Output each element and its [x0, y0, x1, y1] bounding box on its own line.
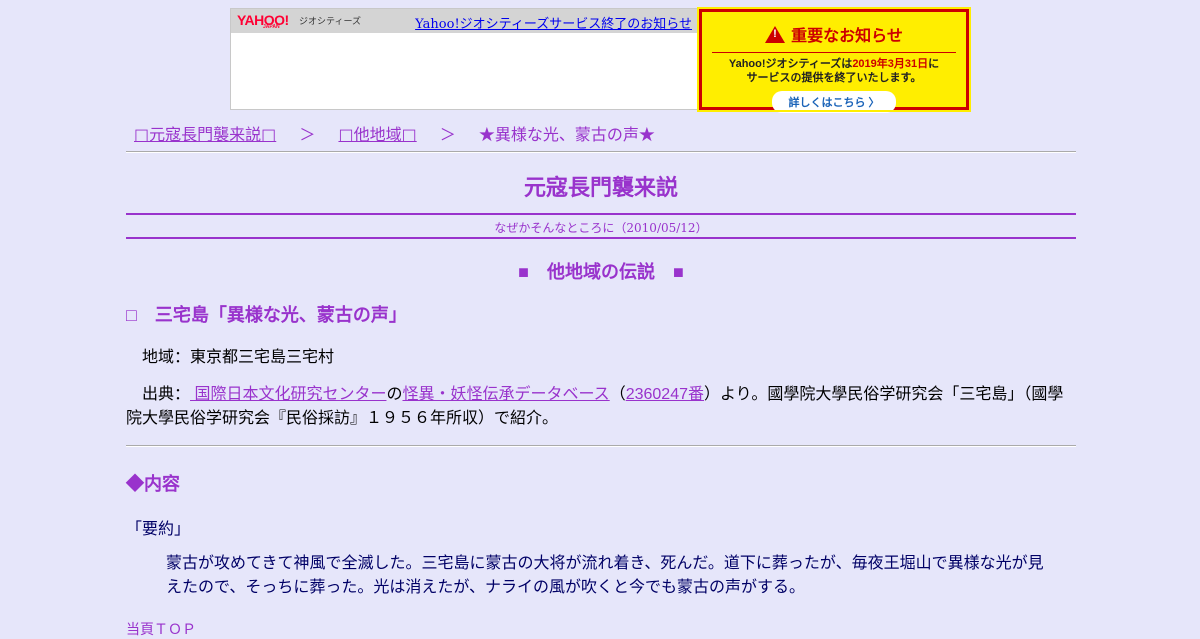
breadcrumb-section-link[interactable]: □他地域□	[338, 125, 416, 144]
notice-line2: サービスの提供を終了いたします。	[746, 72, 922, 84]
warning-icon	[765, 25, 786, 43]
subtitle: なぜかそんなところに（2010/05/12）	[494, 221, 708, 235]
service-end-link[interactable]: Yahoo!ジオシティーズサービス終了のお知らせ	[415, 13, 692, 32]
yokai-database-link[interactable]: 怪異・妖怪伝承データベース	[402, 386, 609, 403]
breadcrumb-home-link[interactable]: □元寇長門襲来説□	[134, 125, 276, 144]
notice-title: 重要なお知らせ	[702, 22, 966, 46]
source-prefix: 出典：	[142, 386, 191, 403]
summary-text: 蒙古が攻めてきて神風で全滅した。三宅島に蒙古の大将が流れ着き、死んだ。道下に葬っ…	[166, 555, 1044, 596]
geocities-label: ジオシティーズ	[299, 16, 362, 26]
page-top-link[interactable]: 当頁ＴＯＰ	[126, 619, 196, 639]
region-text: 地域：東京都三宅島三宅村	[142, 349, 335, 366]
yahoo-bar: YAHOO! JAPAN ジオシティーズ Yahoo!ジオシティーズサービス終了…	[231, 9, 698, 33]
divider	[126, 445, 1076, 447]
title-rule-bottom	[126, 237, 1076, 239]
breadcrumb-separator: ＞	[299, 125, 316, 144]
source-mid1: の	[386, 386, 403, 403]
site-title: 元寇長門襲来説	[523, 175, 678, 200]
important-notice-ad[interactable]: 重要なお知らせ Yahoo!ジオシティーズは2019年3月31日に サービスの提…	[697, 7, 971, 113]
ad-banner: YAHOO! JAPAN ジオシティーズ Yahoo!ジオシティーズサービス終了…	[230, 7, 971, 113]
details-button[interactable]: 詳しくはこちら 〉	[772, 91, 896, 113]
notice-body: Yahoo!ジオシティーズは2019年3月31日に サービスの提供を終了いたしま…	[702, 57, 966, 85]
summary-label: 「要約」	[126, 521, 191, 538]
notice-line1a: Yahoo!ジオシティーズは	[728, 58, 853, 70]
breadcrumb-separator: ＞	[439, 125, 456, 144]
divider	[126, 151, 1076, 153]
content-heading: ◆内容	[126, 474, 180, 494]
yahoo-geocities-box: YAHOO! JAPAN ジオシティーズ Yahoo!ジオシティーズサービス終了…	[230, 8, 699, 110]
title-rule-top	[126, 213, 1076, 215]
section-title: ■ 他地域の伝説 ■	[518, 262, 684, 282]
source-paragraph: 出典： 国際日本文化研究センターの怪異・妖怪伝承データベース（2360247番）…	[126, 383, 1076, 431]
notice-divider	[712, 52, 956, 53]
notice-title-text: 重要なお知らせ	[791, 28, 903, 45]
breadcrumb-current: ★異様な光、蒙古の声★	[478, 125, 655, 144]
nichibunken-link[interactable]: 国際日本文化研究センター	[190, 386, 386, 403]
legend-heading: □ 三宅島「異様な光、蒙古の声」	[126, 305, 407, 325]
breadcrumb: □元寇長門襲来説□ ＞ □他地域□ ＞ ★異様な光、蒙古の声★	[134, 121, 655, 145]
notice-line1b: に	[928, 58, 940, 70]
entry-number-link[interactable]: 2360247番	[626, 386, 704, 403]
source-mid2: （	[609, 386, 626, 403]
notice-date: 2019年3月31日	[852, 58, 929, 70]
yahoo-logo[interactable]: YAHOO! JAPAN	[237, 12, 289, 30]
